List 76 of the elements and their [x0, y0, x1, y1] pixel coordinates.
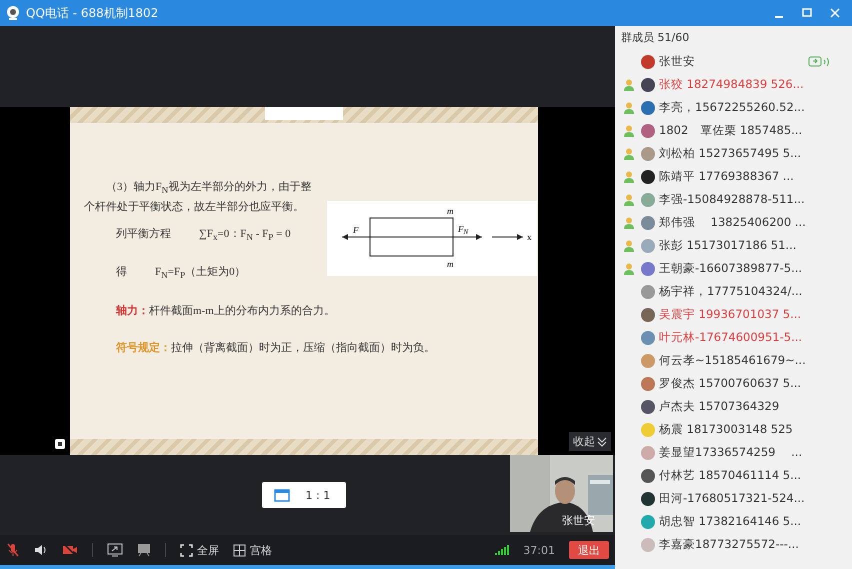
- member-name[interactable]: 1802 覃佐栗 1857485...: [659, 123, 802, 138]
- member-name[interactable]: 郑伟强 13825406200 ...: [659, 215, 806, 230]
- avatar: [641, 124, 655, 138]
- member-name[interactable]: 王朝豪-16607389877-5...: [659, 261, 802, 276]
- avatar: [641, 400, 655, 414]
- member-name[interactable]: 李嘉豪18773275572---...: [659, 537, 799, 552]
- member-name[interactable]: 李亮，15672255260.52...: [659, 100, 805, 115]
- avatar: [641, 284, 655, 298]
- minimize-icon: [775, 16, 783, 18]
- slide-text: 得: [116, 265, 127, 280]
- member-name[interactable]: 胡忠智 17382164146 5...: [659, 514, 802, 529]
- member-name[interactable]: 田河-17680517321-524...: [659, 491, 805, 506]
- member-name[interactable]: 付林艺 18570461114 5...: [659, 468, 802, 483]
- signal-icon: [495, 545, 510, 555]
- grid-view-button[interactable]: 宫格: [233, 542, 272, 558]
- window-icon: [274, 488, 290, 502]
- grid-icon: [233, 544, 246, 556]
- fullscreen-button[interactable]: 全屏: [180, 542, 219, 558]
- avatar: [641, 146, 655, 160]
- member-name[interactable]: 杨宇祥，17775104324/...: [659, 284, 802, 299]
- avatar: [641, 100, 655, 114]
- screen-share-button[interactable]: [107, 543, 123, 557]
- member-name[interactable]: 刘松柏 15273657495 5...: [659, 146, 802, 161]
- participant-name: 张世安: [562, 513, 595, 528]
- avatar: [641, 492, 655, 506]
- avatar: [641, 468, 655, 482]
- member-name[interactable]: 何云孝~15185461679~...: [659, 353, 806, 368]
- member-name[interactable]: 卢杰夫 15707364329: [659, 399, 780, 414]
- definition-text: 符号规定：拉伸（背离截面）时为正，压缩（指向截面）时为负。: [115, 340, 436, 355]
- avatar: [641, 238, 655, 252]
- avatar: [641, 262, 655, 276]
- slide-paragraph: （3）轴力F$_{N}$视为左半部分的外力，由于整个杆件处于平衡状态，故左半部分也应平衡。: [84, 180, 312, 216]
- collapse-button[interactable]: 收起: [569, 432, 611, 451]
- close-icon: [830, 8, 840, 18]
- member-name[interactable]: 陈靖平 17769388367 ...: [659, 169, 794, 184]
- avatar: [641, 354, 655, 368]
- avatar: [641, 514, 655, 528]
- avatar: [641, 538, 655, 552]
- member-name[interactable]: 叶元林-17674600951-5...: [659, 330, 802, 345]
- member-name[interactable]: 李强-15084928878-511...: [659, 192, 805, 207]
- avatar: [641, 422, 655, 436]
- bar-force-diagram: F F$_{N}$ x m m: [327, 201, 537, 276]
- member-count: 群成员 51/60: [620, 30, 690, 46]
- exit-button[interactable]: 退出: [569, 541, 609, 559]
- app-logo-icon: [6, 5, 20, 21]
- member-name[interactable]: 张狡 18274984839 526...: [659, 77, 804, 92]
- definition-text: 轴力：杆件截面m-m上的分布内力系的合力。: [114, 304, 336, 318]
- avatar: [641, 446, 655, 460]
- speaker-button[interactable]: [34, 543, 48, 557]
- slide-text: 列平衡方程: [116, 226, 171, 242]
- avatar: [641, 192, 655, 206]
- whiteboard-button[interactable]: [137, 543, 151, 557]
- avatar: [641, 216, 655, 230]
- avatar: [641, 170, 655, 184]
- chevron-icon: [597, 436, 607, 446]
- maximize-icon: [802, 8, 812, 18]
- avatar: [641, 308, 655, 322]
- member-name[interactable]: 张世安: [659, 54, 695, 69]
- microphone-button[interactable]: [6, 543, 20, 557]
- window-title: QQ电话 - 688机制1802: [26, 4, 160, 22]
- window-icon: [55, 439, 65, 449]
- slide-text: ∑F$_{x}$=0：F$_{N}$ - F$_{P}$ = 0: [199, 227, 291, 242]
- camera-button[interactable]: [62, 543, 78, 557]
- call-timer: 37:01: [523, 544, 555, 556]
- member-name[interactable]: 姜显望17336574259 ...: [659, 445, 802, 460]
- avatar: [641, 330, 655, 344]
- member-name[interactable]: 杨震 18173003148 525: [659, 422, 793, 437]
- fullscreen-icon: [180, 544, 193, 556]
- avatar: [641, 376, 655, 390]
- avatar: [641, 78, 655, 92]
- avatar: [641, 54, 655, 68]
- slide-text: F$_{N}$=F$_{P}$（土矩为0）: [155, 265, 246, 281]
- member-name[interactable]: 吴震宇 19936701037 5...: [659, 307, 802, 322]
- member-name[interactable]: 张彭 15173017186 51...: [659, 238, 796, 253]
- member-name[interactable]: 罗俊杰 15700760637 5...: [659, 376, 802, 391]
- ratio-button[interactable]: 1 : 1: [262, 482, 346, 508]
